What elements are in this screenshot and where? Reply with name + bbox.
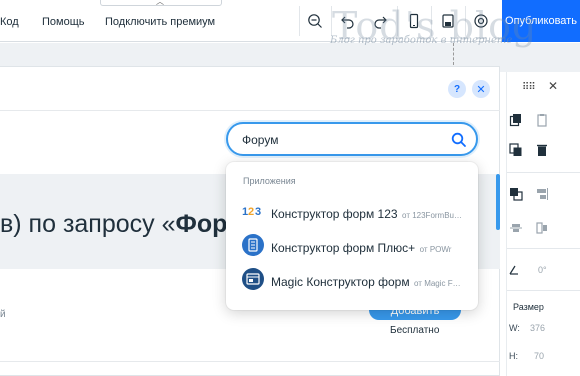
panel-close-icon[interactable]: ✕ bbox=[548, 79, 558, 93]
svg-text:2: 2 bbox=[248, 206, 254, 218]
align-icon[interactable] bbox=[534, 186, 550, 202]
suggestion-name: Конструктор форм Плюс+ bbox=[271, 241, 416, 255]
search-icon[interactable] bbox=[451, 132, 467, 148]
width-value[interactable]: 376 bbox=[530, 323, 545, 333]
suggestion-item[interactable]: 123 Конструктор форм 123 от 123FormBu… bbox=[226, 194, 478, 228]
suggestion-item[interactable]: Конструктор форм Плюс+ от POWr bbox=[226, 228, 478, 262]
drag-handle-icon[interactable]: ⠿⠿ bbox=[522, 82, 536, 93]
panel-divider bbox=[507, 172, 580, 173]
suggestion-name: Magic Конструктор форм bbox=[271, 275, 410, 289]
magic-form-icon bbox=[242, 268, 264, 290]
toolbar-divider bbox=[299, 6, 300, 36]
height-key: H: bbox=[509, 351, 518, 361]
suggestions-section-label: Приложения bbox=[243, 176, 296, 186]
paste-icon[interactable] bbox=[534, 112, 550, 128]
app-row-text: й bbox=[0, 309, 6, 320]
suggestion-line: Конструктор форм Плюс+ от POWr bbox=[271, 239, 467, 257]
suggestion-author: от POWr bbox=[419, 245, 452, 254]
distribute-icon[interactable] bbox=[508, 220, 524, 236]
trash-icon[interactable] bbox=[534, 142, 550, 158]
svg-text:3: 3 bbox=[255, 206, 261, 218]
row-divider bbox=[0, 361, 500, 362]
menu-upgrade[interactable]: Подключить премиум bbox=[105, 16, 215, 28]
panel-divider bbox=[507, 290, 580, 291]
search-suggestions-dropdown: Приложения 123 Конструктор форм 123 от 1… bbox=[226, 162, 478, 310]
height-value[interactable]: 70 bbox=[534, 351, 544, 361]
rotation-value[interactable]: 0° bbox=[538, 265, 547, 275]
rotate-angle-icon[interactable] bbox=[506, 262, 522, 278]
width-key: W: bbox=[509, 323, 520, 333]
form-plus-icon bbox=[242, 234, 264, 256]
app-price: Бесплатно bbox=[390, 325, 440, 336]
form-123-icon: 123 bbox=[242, 200, 264, 222]
size-label: Размер bbox=[513, 302, 544, 312]
duplicate-icon[interactable] bbox=[508, 142, 524, 158]
watermark-subtitle: Блог про заработок в интернете bbox=[330, 35, 513, 46]
suggestion-item[interactable]: Magic Конструктор форм от Magic F… bbox=[226, 262, 478, 296]
copy-icon[interactable] bbox=[508, 112, 524, 128]
match-size-icon[interactable] bbox=[534, 220, 550, 236]
search-results-title: в) по запросу «Фору bbox=[0, 210, 241, 239]
app-search-box bbox=[226, 122, 478, 156]
panel-edge bbox=[500, 72, 507, 376]
help-button[interactable]: ? bbox=[448, 80, 466, 98]
results-title-prefix: в) по запросу « bbox=[0, 210, 176, 238]
chevron-up-icon: ︿ bbox=[156, 0, 164, 6]
suggestion-line: Magic Конструктор форм от Magic F… bbox=[271, 273, 467, 291]
menu-help[interactable]: Помощь bbox=[42, 16, 85, 28]
suggestion-name: Конструктор форм 123 bbox=[271, 207, 398, 221]
suggestion-author: от 123FormBu… bbox=[402, 211, 463, 220]
suggestion-author: от Magic F… bbox=[414, 279, 461, 288]
close-button[interactable]: ✕ bbox=[472, 80, 490, 98]
suggestion-line: Конструктор форм 123 от 123FormBu… bbox=[271, 205, 467, 223]
collapse-tab[interactable]: ︿ bbox=[100, 0, 222, 6]
zoom-out-icon[interactable] bbox=[303, 9, 327, 33]
scrollbar-thumb[interactable] bbox=[496, 174, 500, 230]
app-search-input[interactable] bbox=[242, 132, 442, 148]
menu-code[interactable]: Код bbox=[0, 16, 19, 28]
app-market-header bbox=[0, 67, 500, 111]
panel-divider bbox=[507, 248, 580, 249]
arrange-front-icon[interactable] bbox=[508, 186, 524, 202]
